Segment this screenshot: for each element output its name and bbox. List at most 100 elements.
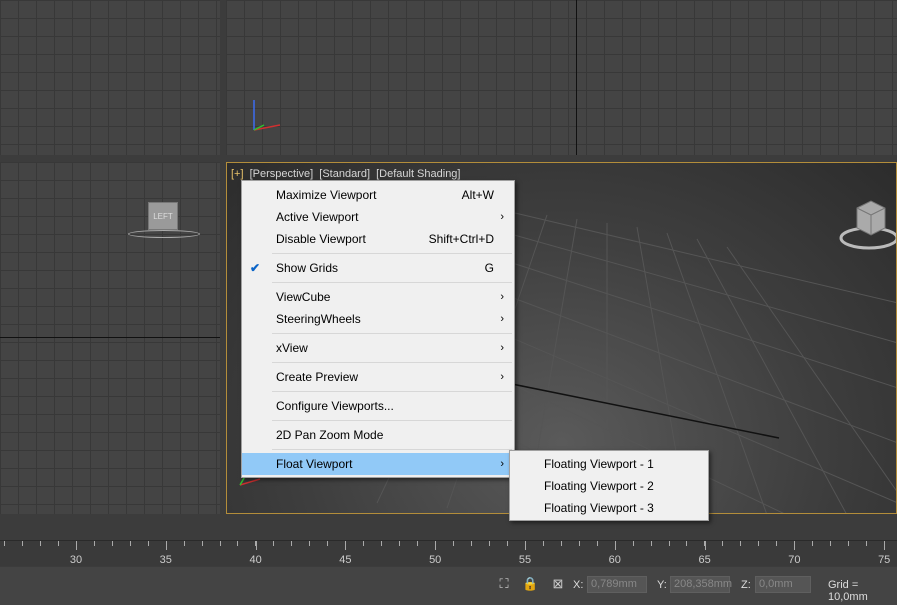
timeline-tick: [147, 541, 149, 546]
timeline-major-tick: [255, 541, 257, 550]
timeline-tick: [650, 541, 652, 546]
menu-separator: [272, 282, 512, 283]
menu-item-xview[interactable]: xView ›: [242, 337, 514, 359]
menu-item-maximize-viewport[interactable]: Maximize Viewport Alt+W: [242, 184, 514, 206]
chevron-right-icon: ›: [500, 291, 504, 303]
timeline-major-tick: [794, 541, 796, 550]
viewport-label-perspective[interactable]: [Perspective]: [250, 168, 314, 180]
viewport-top-left[interactable]: [0, 0, 220, 155]
timeline-tick: [848, 541, 850, 546]
viewport-top-right[interactable]: [226, 0, 897, 155]
absolute-mode-icon[interactable]: ⊠: [550, 576, 566, 592]
timeline-tick: [488, 541, 490, 546]
timeline-tick: [578, 541, 580, 546]
grid-size-label: Grid = 10,0mm: [828, 579, 868, 603]
timeline-tick: [183, 541, 185, 546]
viewport-label-shading[interactable]: [Default Shading]: [376, 168, 460, 180]
timeline-tick: [740, 541, 742, 546]
timeline-tick: [776, 541, 778, 546]
timeline-tick: [39, 541, 41, 546]
timeline-tick-label: 70: [788, 554, 801, 566]
timeline-tick: [4, 541, 5, 546]
viewcube-icon[interactable]: [837, 193, 897, 253]
menu-item-2d-pan-zoom[interactable]: 2D Pan Zoom Mode: [242, 424, 514, 446]
viewport-label-standard[interactable]: [Standard]: [319, 168, 370, 180]
timeline-major-tick: [435, 541, 437, 550]
timeline-tick: [596, 541, 598, 546]
menu-item-show-grids[interactable]: ✔ Show Grids G: [242, 257, 514, 279]
timeline-tick: [327, 541, 329, 546]
menu-item-create-preview[interactable]: Create Preview ›: [242, 366, 514, 388]
timeline-ruler[interactable]: 30 35 40 45 50 55 60 65 70 75: [0, 540, 897, 566]
timeline-tick: [363, 541, 365, 546]
submenu-item-floating-3[interactable]: Floating Viewport - 3: [510, 497, 708, 519]
timeline-tick: [273, 541, 275, 546]
menu-item-label: ViewCube: [276, 290, 331, 304]
timeline-tick: [129, 541, 131, 546]
timeline-tick: [830, 541, 832, 546]
viewport-label-bar: [+] [Perspective] [Standard] [Default Sh…: [231, 168, 463, 180]
timeline-tick: [542, 541, 544, 546]
menu-item-label: SteeringWheels: [276, 312, 361, 326]
menu-item-configure-viewports[interactable]: Configure Viewports...: [242, 395, 514, 417]
timeline-major-tick: [76, 541, 77, 550]
selection-icon[interactable]: ⛶: [496, 576, 512, 592]
menu-item-float-viewport[interactable]: Float Viewport ›: [242, 453, 514, 475]
grid-axis-vertical: [576, 0, 577, 155]
timeline-tick: [111, 541, 113, 546]
chevron-right-icon: ›: [500, 458, 504, 470]
menu-item-label: Float Viewport: [276, 457, 353, 471]
menu-separator: [272, 449, 512, 450]
menu-item-label: Maximize Viewport: [276, 188, 377, 202]
timeline-tick: [668, 541, 670, 546]
viewcube-left-icon[interactable]: LEFT: [148, 202, 178, 230]
submenu-item-floating-1[interactable]: Floating Viewport - 1: [510, 453, 708, 475]
timeline-tick: [417, 541, 419, 546]
timeline-tick-label: 30: [69, 554, 83, 566]
z-coordinate-field[interactable]: 0,0mm: [755, 576, 811, 593]
viewport-left[interactable]: LEFT: [0, 162, 220, 514]
timeline-tick-label: 55: [518, 554, 532, 566]
timeline-tick: [453, 541, 454, 546]
viewport-menu-plus[interactable]: [+]: [231, 168, 244, 180]
x-label: X:: [573, 579, 584, 591]
lock-icon[interactable]: 🔒: [522, 576, 538, 592]
menu-item-steeringwheels[interactable]: SteeringWheels ›: [242, 308, 514, 330]
timeline-tick-label: 65: [698, 554, 711, 566]
menu-item-viewcube[interactable]: ViewCube ›: [242, 286, 514, 308]
menu-item-disable-viewport[interactable]: Disable Viewport Shift+Ctrl+D: [242, 228, 514, 250]
z-label: Z:: [741, 579, 751, 591]
timeline-tick: [632, 541, 634, 546]
status-bar: ⛶ 🔒 ⊠ X: 0,789mm Y: 208,358mm Z: 0,0mm G…: [0, 567, 897, 605]
menu-item-label: Disable Viewport: [276, 232, 366, 246]
timeline-tick: [201, 541, 203, 546]
timeline-tick: [686, 541, 688, 546]
timeline-major-tick: [525, 541, 526, 550]
timeline-tick: [506, 541, 508, 546]
timeline-major-tick: [704, 541, 706, 550]
viewcube-ring-icon[interactable]: [128, 230, 200, 238]
timeline-tick: [237, 541, 239, 546]
menu-item-label: Create Preview: [276, 370, 359, 384]
x-coordinate-field[interactable]: 0,789mm: [587, 576, 647, 593]
menu-item-shortcut: Shift+Ctrl+D: [428, 232, 494, 246]
timeline-tick: [560, 541, 562, 546]
timeline-tick: [399, 541, 401, 546]
menu-item-active-viewport[interactable]: Active Viewport ›: [242, 206, 514, 228]
submenu-item-floating-2[interactable]: Floating Viewport - 2: [510, 475, 708, 497]
timeline-tick-label: 75: [878, 554, 891, 566]
timeline-tick: [309, 541, 311, 546]
menu-separator: [272, 391, 512, 392]
menu-item-label: 2D Pan Zoom Mode: [276, 428, 384, 442]
timeline-major-tick: [165, 541, 167, 550]
menu-separator: [272, 333, 512, 334]
timeline-major-tick: [884, 541, 886, 550]
float-viewport-submenu: Floating Viewport - 1 Floating Viewport …: [509, 450, 709, 521]
timeline-tick-label: 35: [159, 554, 172, 566]
timeline-tick: [219, 541, 221, 546]
check-icon: ✔: [250, 261, 261, 275]
chevron-right-icon: ›: [500, 371, 504, 383]
menu-item-shortcut: G: [484, 261, 494, 275]
y-label: Y:: [657, 579, 667, 591]
y-coordinate-field[interactable]: 208,358mm: [670, 576, 732, 593]
